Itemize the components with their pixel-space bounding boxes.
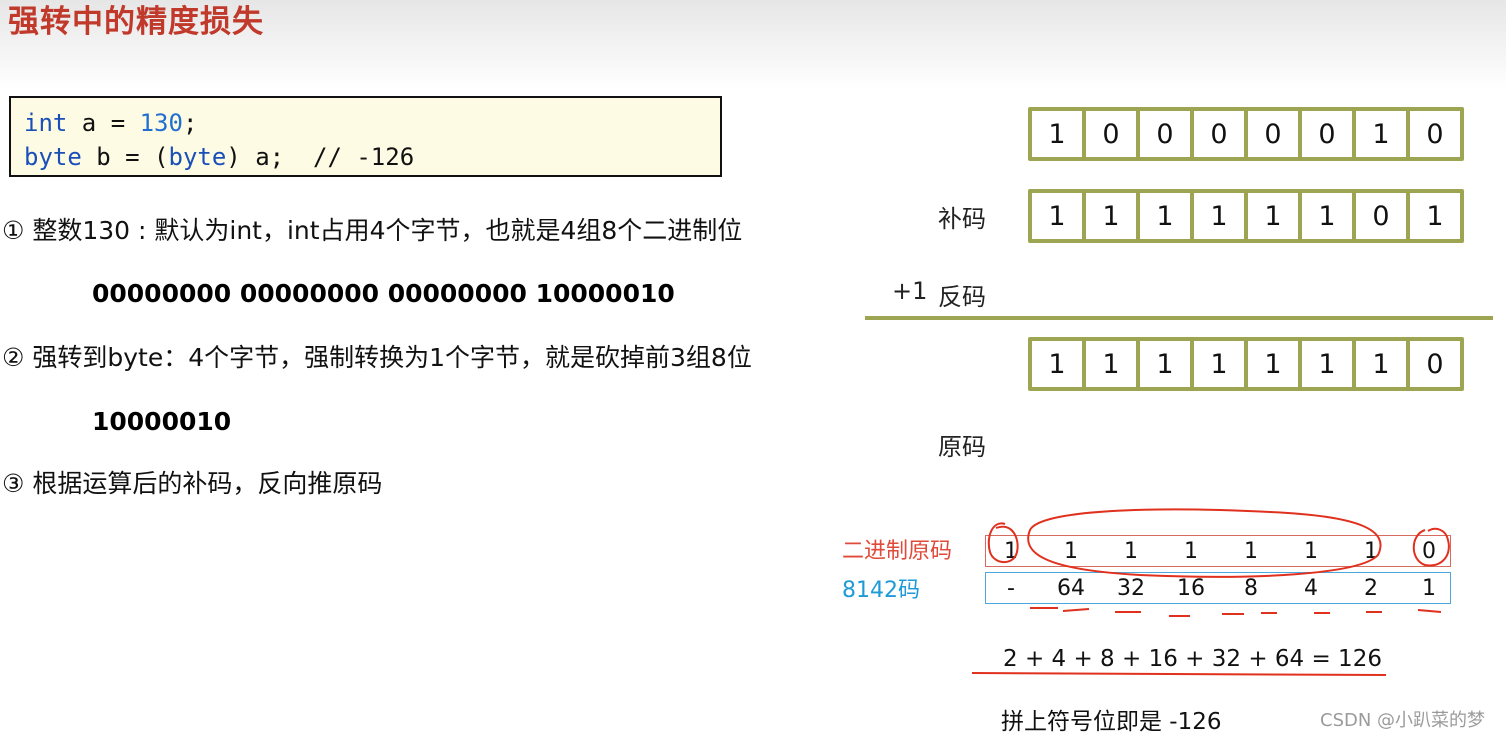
code-block: int a = 130; byte b = (byte) a; // -126	[9, 96, 722, 177]
weight-cell: 32	[1117, 576, 1145, 601]
bit-cell: 1	[1302, 341, 1352, 387]
ink-underline	[1062, 608, 1090, 612]
binary-bit-cell: 1	[1004, 539, 1018, 564]
bit-cell: 0	[1140, 111, 1190, 157]
bit-cell: 1	[1248, 341, 1298, 387]
step-2-text: ② 强转到byte：4个字节，强制转换为1个字节，就是砍掉前3组8位	[2, 343, 752, 372]
binary-bit-cell: 1	[1244, 539, 1258, 564]
weight-code-label: 8142码	[842, 578, 920, 603]
weight-cell: 8	[1244, 576, 1258, 601]
bit-cell: 1	[1302, 193, 1352, 239]
bit-cell: 0	[1410, 111, 1460, 157]
bit-row-inverse: 11111110	[1028, 337, 1464, 391]
bit-row-original: 10000010	[1028, 107, 1464, 161]
weights-row: - 64 32 16 8 4 2 1	[985, 572, 1451, 604]
code-number: 130	[139, 109, 183, 137]
binary-bit-cell: 1	[1304, 539, 1318, 564]
bit-cell: 1	[1032, 111, 1082, 157]
original-code-label: 原码	[938, 433, 986, 461]
code-text: ) a; // -126	[226, 143, 415, 171]
code-text: b = (	[81, 143, 169, 171]
sum-equation: 2 + 4 + 8 + 16 + 32 + 64 = 126	[1003, 646, 1382, 672]
bit-cell: 0	[1410, 341, 1460, 387]
bit-cell: 1	[1194, 341, 1244, 387]
binary-bit-cell: 1	[1184, 539, 1198, 564]
ink-underline	[1417, 609, 1442, 613]
watermark: CSDN @小趴菜的梦	[1320, 710, 1486, 731]
bit-cell: 1	[1410, 193, 1460, 239]
bit-cell: 1	[1140, 341, 1190, 387]
bit-row-complement: 11111101	[1028, 189, 1464, 243]
bit-cell: 1	[1032, 341, 1082, 387]
weight-cell: -	[1007, 576, 1015, 601]
bit-cell: 1	[1194, 193, 1244, 239]
step-1-binary: 00000000 00000000 00000000 10000010	[92, 279, 675, 308]
bit-cell: 0	[1356, 193, 1406, 239]
weight-cell: 64	[1057, 576, 1085, 601]
bit-cell: 1	[1356, 341, 1406, 387]
step-1-text: ① 整数130 : 默认为int，int占用4个字节，也就是4组8个二进制位	[2, 216, 743, 245]
weight-cell: 2	[1364, 576, 1378, 601]
plus-one-label: +1	[892, 277, 928, 305]
bit-cell: 0	[1194, 111, 1244, 157]
binary-bit-cell: 0	[1422, 539, 1436, 564]
weight-cell: 4	[1304, 576, 1318, 601]
code-keyword: int	[24, 109, 68, 137]
binary-original-label: 二进制原码	[842, 539, 953, 564]
binary-bit-cell: 1	[1064, 539, 1078, 564]
step-2-binary: 10000010	[92, 407, 232, 436]
bit-cell: 1	[1086, 193, 1136, 239]
binary-bits-row: 1 1 1 1 1 1 1 0	[985, 535, 1451, 567]
code-text: a =	[67, 109, 140, 137]
bit-cell: 0	[1302, 111, 1352, 157]
bit-cell: 0	[1248, 111, 1298, 157]
conclusion-text: 拼上符号位即是 -126	[1001, 709, 1222, 735]
code-keyword: byte	[24, 143, 82, 171]
step-3-text: ③ 根据运算后的补码，反向推原码	[2, 469, 383, 498]
code-text: ;	[182, 109, 198, 137]
inverse-label: 反码	[938, 283, 986, 311]
binary-bit-cell: 1	[1124, 539, 1138, 564]
slide-title: 强转中的精度损失	[8, 4, 264, 40]
divider-line	[865, 316, 1493, 320]
binary-bit-cell: 1	[1364, 539, 1378, 564]
bit-cell: 1	[1356, 111, 1406, 157]
bit-cell: 0	[1086, 111, 1136, 157]
bit-cell: 1	[1248, 193, 1298, 239]
bit-cell: 1	[1032, 193, 1082, 239]
bit-cell: 1	[1140, 193, 1190, 239]
ink-sum-underline	[971, 672, 1387, 676]
code-keyword: byte	[168, 143, 227, 171]
weight-cell: 1	[1422, 576, 1436, 601]
bit-cell: 1	[1086, 341, 1136, 387]
weight-cell: 16	[1177, 576, 1205, 601]
complement-label: 补码	[938, 205, 986, 233]
